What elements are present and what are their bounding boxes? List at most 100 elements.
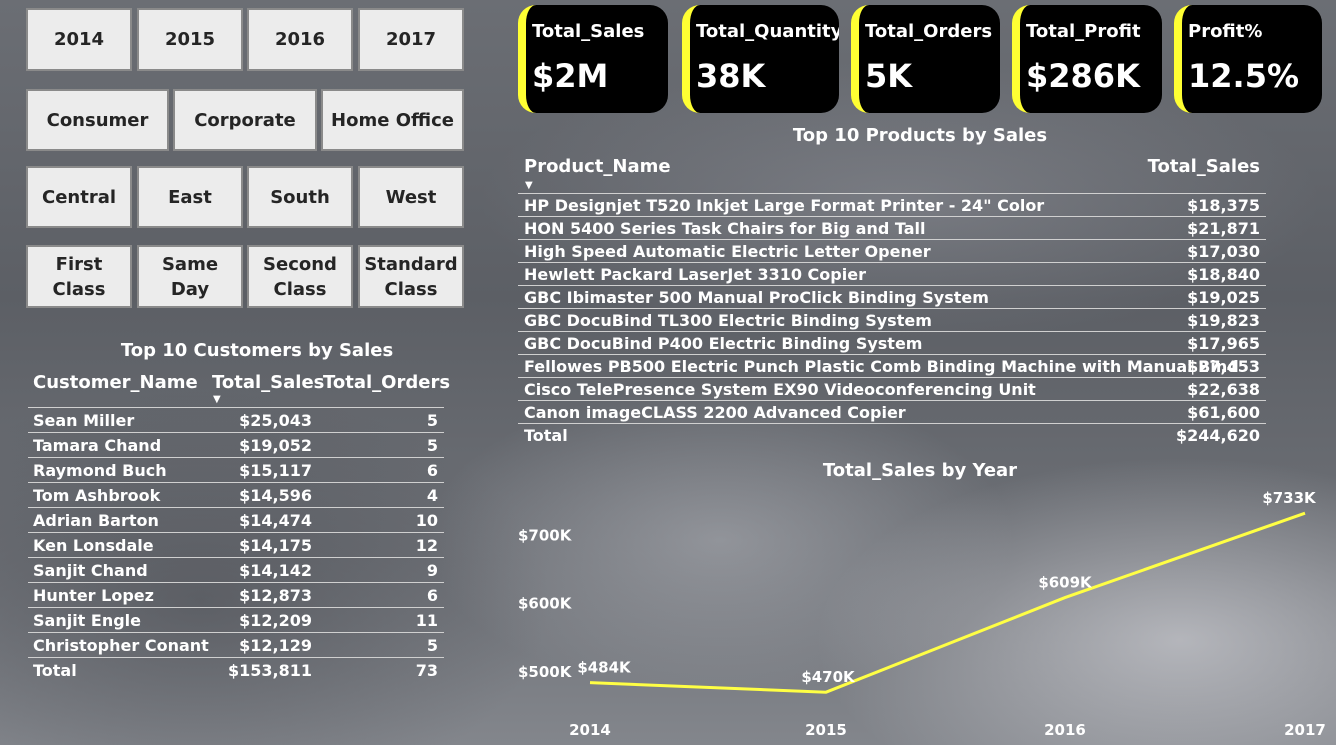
data-point[interactable] bbox=[822, 688, 830, 696]
kpi-value: $2M bbox=[532, 57, 609, 95]
customer-sales-cell: $14,474 bbox=[239, 511, 312, 530]
customer-sales-cell: $15,117 bbox=[239, 461, 312, 480]
kpi-card-total-quantity: Total_Quantity 38K bbox=[682, 5, 839, 113]
table-row[interactable]: Sanjit Chand $14,142 9 bbox=[28, 558, 444, 583]
customers-col-header-orders[interactable]: Total_Orders bbox=[323, 372, 450, 393]
customer-orders-cell: 73 bbox=[415, 661, 438, 680]
kpi-label: Total_Sales bbox=[532, 21, 645, 42]
customer-name-cell: Sean Miller bbox=[33, 411, 135, 430]
table-row[interactable]: Cisco TelePresence System EX90 Videoconf… bbox=[518, 378, 1266, 401]
table-row[interactable]: Ken Lonsdale $14,175 12 bbox=[28, 533, 444, 558]
slicer-shipmode-standard-class[interactable]: Standard Class bbox=[358, 245, 464, 308]
table-row[interactable]: Sean Miller $25,043 5 bbox=[28, 408, 444, 433]
table-row[interactable]: Fellowes PB500 Electric Punch Plastic Co… bbox=[518, 355, 1266, 378]
customer-orders-cell: 5 bbox=[426, 411, 438, 430]
product-name-cell: GBC DocuBind TL300 Electric Binding Syst… bbox=[524, 311, 932, 330]
product-name-cell: Total bbox=[524, 426, 568, 445]
kpi-label: Total_Orders bbox=[865, 21, 993, 42]
customer-name-cell: Ken Lonsdale bbox=[33, 536, 154, 555]
kpi-value: $286K bbox=[1026, 57, 1140, 95]
customer-orders-cell: 10 bbox=[415, 511, 438, 530]
customer-name-cell: Adrian Barton bbox=[33, 511, 159, 530]
customer-sales-cell: $153,811 bbox=[227, 661, 312, 680]
sort-desc-icon[interactable]: ▼ bbox=[525, 180, 533, 191]
customer-sales-cell: $19,052 bbox=[239, 436, 312, 455]
customers-col-header-name[interactable]: Customer_Name bbox=[33, 372, 198, 393]
customer-sales-cell: $25,043 bbox=[239, 411, 312, 430]
product-name-cell: HP Designjet T520 Inkjet Large Format Pr… bbox=[524, 196, 1045, 215]
customer-orders-cell: 4 bbox=[426, 486, 438, 505]
data-point[interactable] bbox=[1061, 594, 1069, 602]
table-row[interactable]: Adrian Barton $14,474 10 bbox=[28, 508, 444, 533]
product-sales-cell: $244,620 bbox=[1175, 426, 1260, 445]
slicer-shipmode-second-class[interactable]: Second Class bbox=[247, 245, 353, 308]
slicer-region-west[interactable]: West bbox=[358, 166, 464, 228]
customer-name-cell: Raymond Buch bbox=[33, 461, 167, 480]
slicer-year-2016[interactable]: 2016 bbox=[247, 8, 353, 71]
customer-name-cell: Tamara Chand bbox=[33, 436, 162, 455]
customer-sales-cell: $12,129 bbox=[239, 636, 312, 655]
kpi-card-profit-pct: Profit% 12.5% bbox=[1174, 5, 1322, 113]
slicer-year-2015[interactable]: 2015 bbox=[137, 8, 243, 71]
customers-total-row: Total $153,811 73 bbox=[28, 658, 444, 683]
table-row[interactable]: GBC DocuBind TL300 Electric Binding Syst… bbox=[518, 309, 1266, 332]
y-tick-label: $700K bbox=[518, 527, 573, 545]
table-row[interactable]: Tamara Chand $19,052 5 bbox=[28, 433, 444, 458]
data-label: $470K bbox=[801, 668, 856, 686]
slicer-region-east[interactable]: East bbox=[137, 166, 243, 228]
table-row[interactable]: Tom Ashbrook $14,596 4 bbox=[28, 483, 444, 508]
table-row[interactable]: GBC DocuBind P400 Electric Binding Syste… bbox=[518, 332, 1266, 355]
product-sales-cell: $21,871 bbox=[1187, 219, 1260, 238]
kpi-label: Profit% bbox=[1188, 21, 1263, 42]
product-sales-cell: $61,600 bbox=[1187, 403, 1260, 422]
customer-orders-cell: 6 bbox=[426, 586, 438, 605]
customer-name-cell: Total bbox=[33, 661, 77, 680]
table-row[interactable]: Hewlett Packard LaserJet 3310 Copier $18,… bbox=[518, 263, 1266, 286]
data-point[interactable] bbox=[1301, 509, 1309, 517]
slicer-segment-consumer[interactable]: Consumer bbox=[26, 89, 169, 151]
product-sales-cell: $19,025 bbox=[1187, 288, 1260, 307]
customer-name-cell: Sanjit Engle bbox=[33, 611, 142, 630]
table-row[interactable]: HON 5400 Series Task Chairs for Big and … bbox=[518, 217, 1266, 240]
slicer-year-2014[interactable]: 2014 bbox=[26, 8, 132, 71]
table-row[interactable]: GBC Ibimaster 500 Manual ProClick Bindin… bbox=[518, 286, 1266, 309]
product-name-cell: GBC DocuBind P400 Electric Binding Syste… bbox=[524, 334, 923, 353]
slicer-shipmode-same-day[interactable]: Same Day bbox=[137, 245, 243, 308]
data-label: $609K bbox=[1038, 574, 1093, 592]
table-row[interactable]: Raymond Buch $15,117 6 bbox=[28, 458, 444, 483]
product-sales-cell: $22,638 bbox=[1187, 380, 1260, 399]
product-sales-cell: $18,375 bbox=[1187, 196, 1260, 215]
data-point[interactable] bbox=[586, 679, 594, 687]
table-row[interactable]: Christopher Conant $12,129 5 bbox=[28, 633, 444, 658]
slicer-year-2017[interactable]: 2017 bbox=[358, 8, 464, 71]
table-row[interactable]: High Speed Automatic Electric Letter Ope… bbox=[518, 240, 1266, 263]
kpi-card-total-orders: Total_Orders 5K bbox=[851, 5, 1000, 113]
slicer-shipmode-first-class[interactable]: First Class bbox=[26, 245, 132, 308]
y-tick-label: $600K bbox=[518, 595, 573, 613]
kpi-value: 5K bbox=[865, 57, 913, 95]
products-col-header-sales[interactable]: Total_Sales bbox=[1148, 156, 1260, 177]
customer-orders-cell: 6 bbox=[426, 461, 438, 480]
products-table-title: Top 10 Products by Sales bbox=[792, 125, 1048, 146]
x-tick-label: 2016 bbox=[1044, 721, 1086, 739]
series-line[interactable] bbox=[589, 511, 1306, 694]
customer-orders-cell: 9 bbox=[426, 561, 438, 580]
customers-col-header-sales[interactable]: Total_Sales bbox=[212, 372, 324, 393]
slicer-region-south[interactable]: South bbox=[247, 166, 353, 228]
table-row[interactable]: Hunter Lopez $12,873 6 bbox=[28, 583, 444, 608]
product-sales-cell: $17,030 bbox=[1187, 242, 1260, 261]
slicer-segment-home-office[interactable]: Home Office bbox=[321, 89, 464, 151]
table-row[interactable]: Sanjit Engle $12,209 11 bbox=[28, 608, 444, 633]
kpi-label: Total_Quantity bbox=[696, 21, 839, 42]
kpi-label: Total_Profit bbox=[1026, 21, 1141, 42]
customer-name-cell: Christopher Conant bbox=[33, 636, 209, 655]
table-row[interactable]: Canon imageCLASS 2200 Advanced Copier $61… bbox=[518, 401, 1266, 424]
sort-desc-icon[interactable]: ▼ bbox=[213, 394, 221, 405]
customer-sales-cell: $14,175 bbox=[239, 536, 312, 555]
table-row[interactable]: HP Designjet T520 Inkjet Large Format Pr… bbox=[518, 194, 1266, 217]
slicer-region-central[interactable]: Central bbox=[26, 166, 132, 228]
products-col-header-name[interactable]: Product_Name bbox=[524, 156, 671, 177]
slicer-segment-corporate[interactable]: Corporate bbox=[173, 89, 317, 151]
x-tick-label: 2014 bbox=[569, 721, 611, 739]
product-sales-cell: $17,965 bbox=[1187, 334, 1260, 353]
